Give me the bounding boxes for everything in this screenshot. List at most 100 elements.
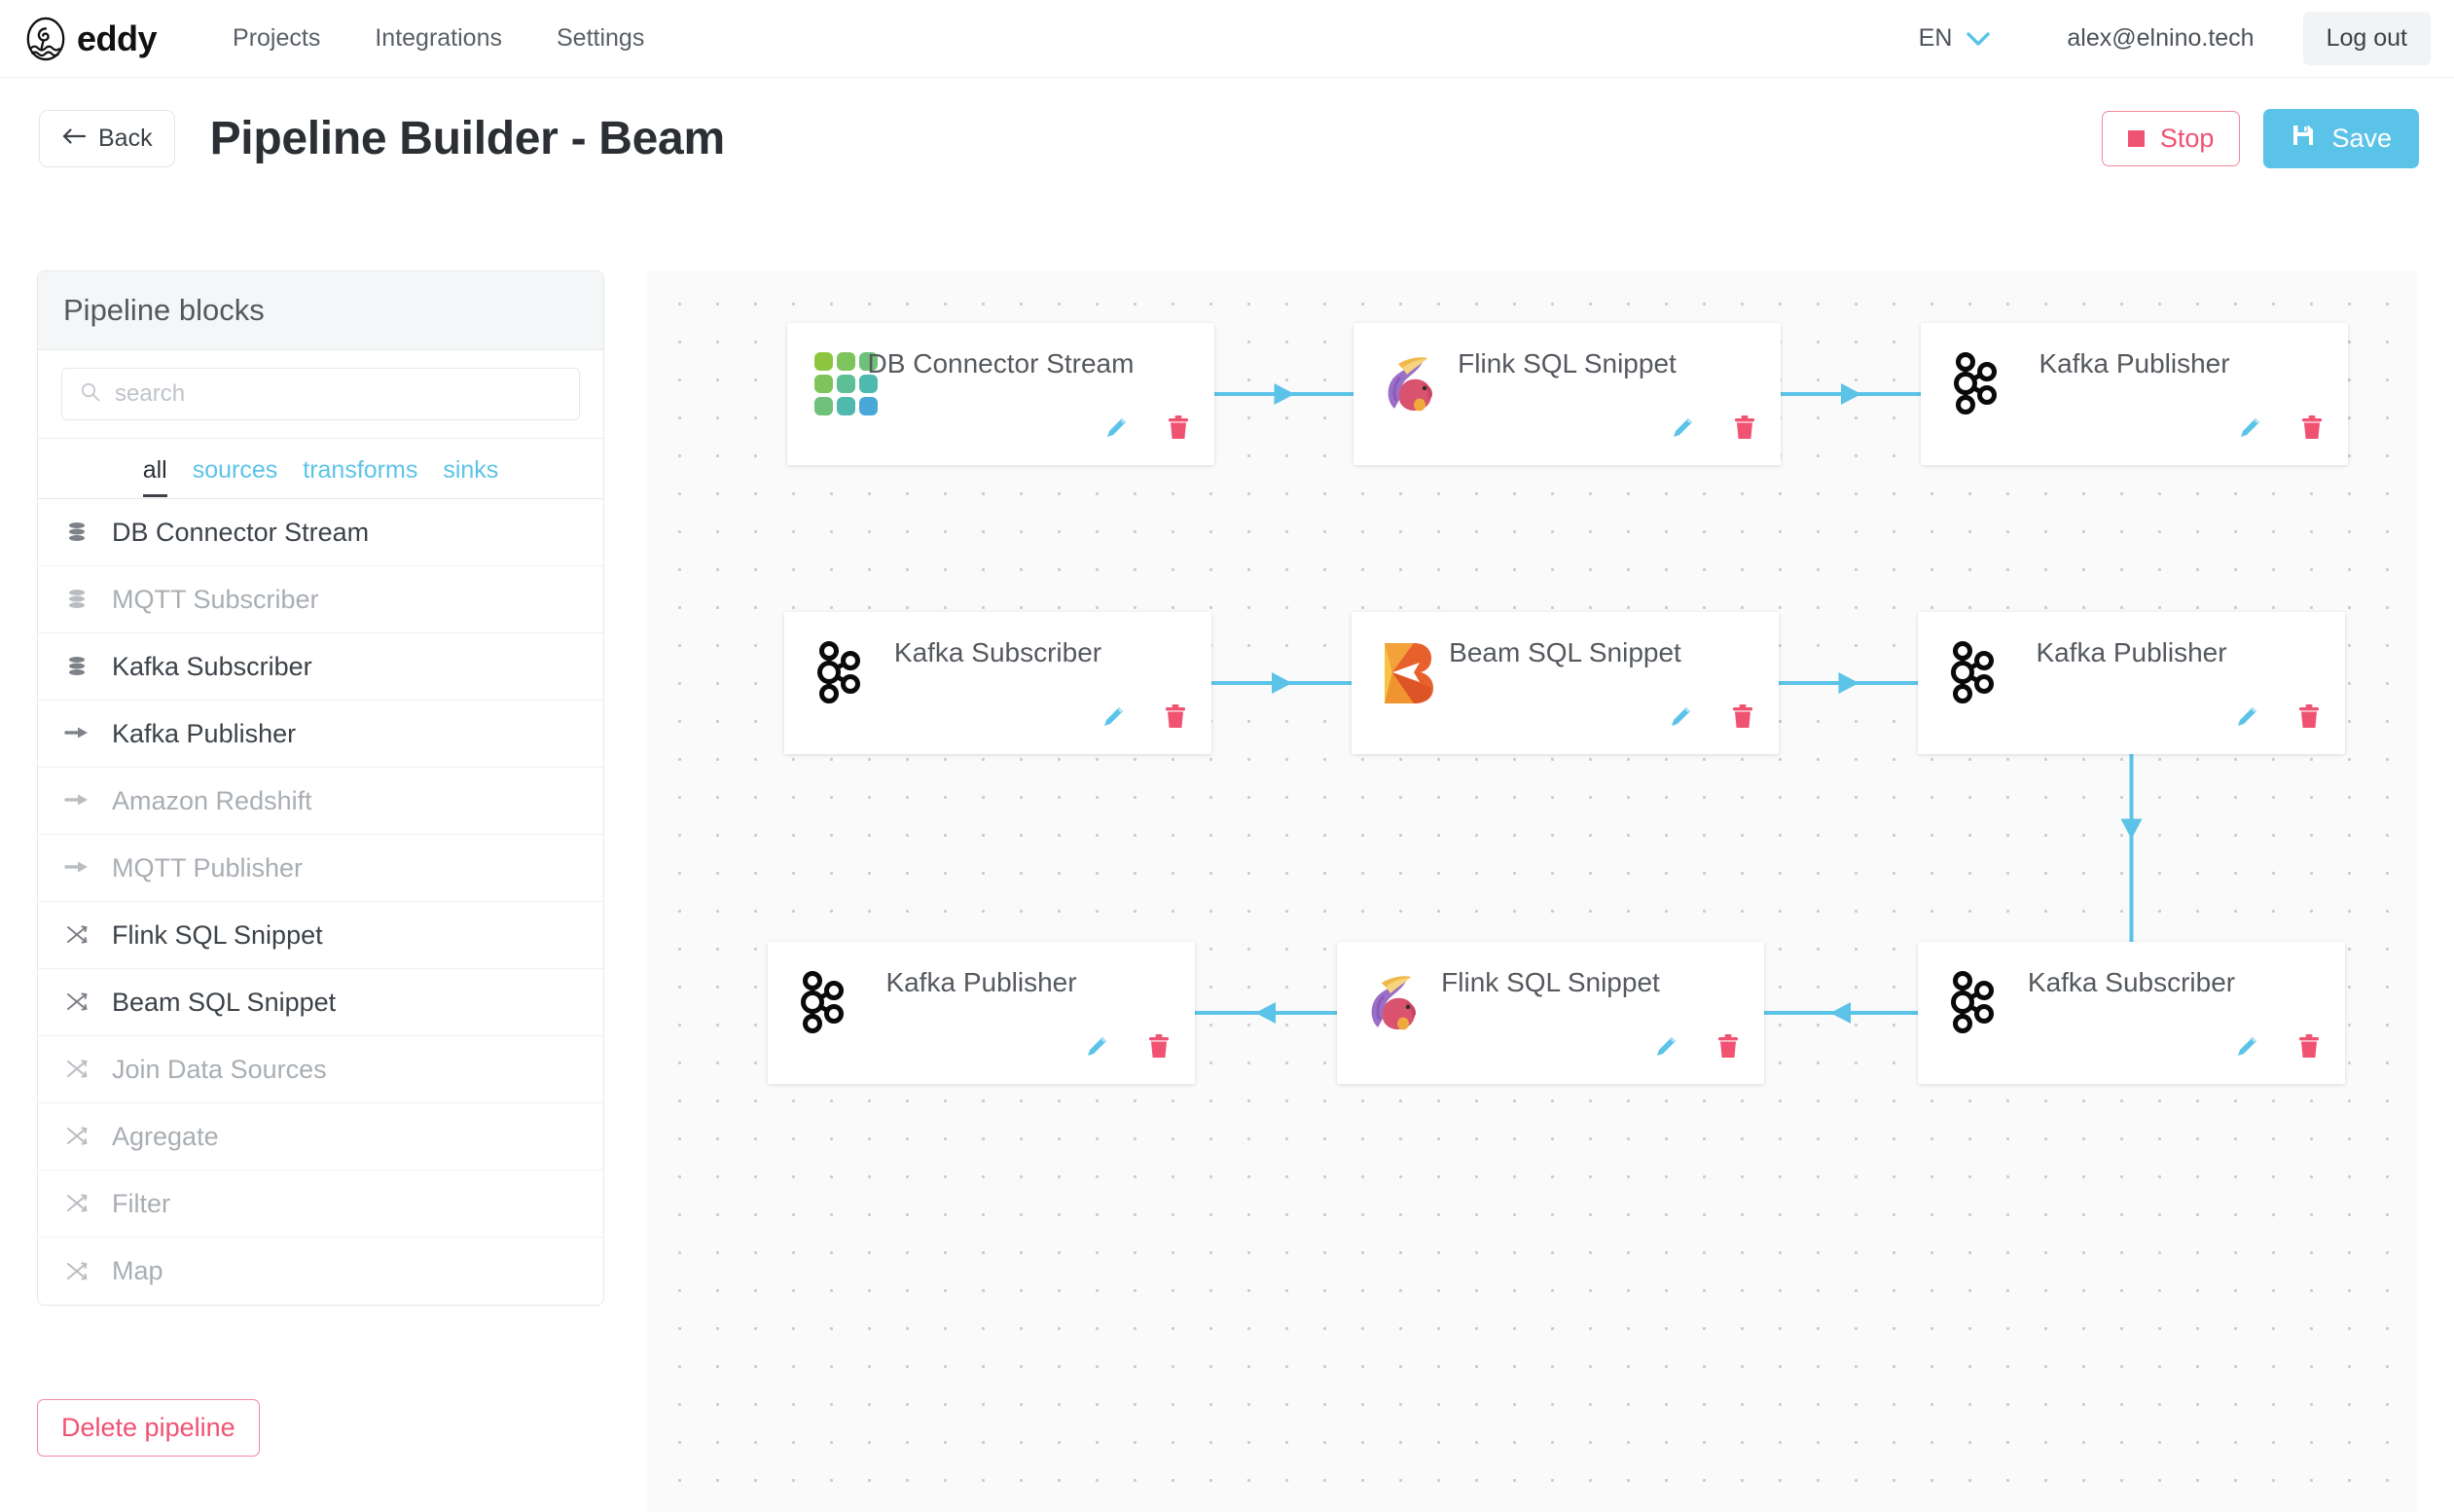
search-input[interactable] [115, 380, 561, 408]
block-item-label: Kafka Subscriber [112, 651, 312, 681]
brand[interactable]: eddy [23, 17, 158, 61]
block-item-filter[interactable]: Filter [38, 1170, 603, 1238]
block-filter-tabs: all sources transforms sinks [38, 439, 603, 499]
pencil-icon[interactable] [1099, 702, 1128, 737]
chevron-down-icon [1966, 31, 1991, 47]
canvas-node-db-connector-stream[interactable]: DB Connector Stream [787, 323, 1214, 465]
block-item-label: Map [112, 1256, 163, 1285]
block-item-kafka-publisher[interactable]: Kafka Publisher [38, 701, 603, 768]
delete-pipeline-button[interactable]: Delete pipeline [37, 1399, 260, 1457]
pipeline-canvas[interactable]: DB Connector Stream Flink SQL Snippet Kafk… [647, 270, 2417, 1512]
canvas-node-kafka-publisher[interactable]: Kafka Publisher [1921, 323, 2348, 465]
canvas-node-kafka-publisher[interactable]: Kafka Publisher [1918, 612, 2345, 754]
pencil-icon[interactable] [1101, 414, 1131, 448]
block-item-mqtt-subscriber[interactable]: MQTT Subscriber [38, 566, 603, 633]
block-item-join-data-sources[interactable]: Join Data Sources [38, 1036, 603, 1103]
block-item-flink-sql-snippet[interactable]: Flink SQL Snippet [38, 902, 603, 969]
canvas-node-actions [1666, 702, 1755, 737]
trash-icon[interactable] [2299, 414, 2325, 448]
edge-arrowhead [2120, 818, 2143, 840]
trash-icon[interactable] [1163, 702, 1188, 737]
block-item-mqtt-publisher[interactable]: MQTT Publisher [38, 835, 603, 902]
block-item-map[interactable]: Map [38, 1238, 603, 1305]
block-item-label: DB Connector Stream [112, 517, 370, 547]
canvas-node-beam-sql-snippet[interactable]: Beam SQL Snippet [1352, 612, 1779, 754]
edge-arrowhead [1838, 672, 1859, 694]
trash-icon[interactable] [1146, 1032, 1172, 1066]
transform-icon [63, 1123, 90, 1150]
pipeline-blocks-title: Pipeline blocks [38, 271, 603, 350]
block-item-amazon-redshift[interactable]: Amazon Redshift [38, 768, 603, 835]
filter-tab-transforms[interactable]: transforms [303, 456, 417, 497]
database-icon [63, 586, 90, 613]
trash-icon[interactable] [2296, 1032, 2322, 1066]
canvas-node-kafka-subscriber[interactable]: Kafka Subscriber [1918, 942, 2345, 1084]
trash-icon[interactable] [1730, 702, 1755, 737]
block-item-label: Filter [112, 1188, 170, 1218]
pencil-icon[interactable] [1668, 414, 1697, 448]
language-selector[interactable]: EN [1919, 24, 1992, 53]
canvas-node-title: Kafka Publisher [885, 967, 1077, 997]
block-item-beam-sql-snippet[interactable]: Beam SQL Snippet [38, 969, 603, 1036]
block-item-label: Flink SQL Snippet [112, 919, 323, 950]
pencil-icon[interactable] [1651, 1032, 1680, 1066]
arrow-left-icon [61, 125, 87, 153]
save-button[interactable]: Save [2263, 109, 2419, 168]
back-button[interactable]: Back [39, 110, 175, 167]
canvas-node-title: Kafka Subscriber [893, 637, 1102, 667]
transform-icon [63, 1056, 90, 1083]
search-row [38, 350, 603, 439]
canvas-node-kafka-publisher[interactable]: Kafka Publisher [768, 942, 1195, 1084]
canvas-node-actions [2235, 414, 2325, 448]
header-actions: Stop Save [2101, 109, 2419, 168]
canvas-node-actions [1082, 1032, 1172, 1066]
nav-link-integrations[interactable]: Integrations [375, 24, 502, 53]
database-icon [63, 519, 90, 546]
trash-icon[interactable] [2296, 702, 2322, 737]
canvas-node-actions [1101, 414, 1191, 448]
canvas-node-title: Kafka Publisher [2036, 637, 2227, 667]
back-button-label: Back [98, 125, 153, 152]
save-button-label: Save [2331, 124, 2392, 153]
filter-tab-sources[interactable]: sources [193, 456, 278, 497]
transform-icon [63, 1258, 90, 1285]
canvas-node-actions [2232, 702, 2322, 737]
filter-tab-sinks[interactable]: sinks [443, 456, 498, 497]
page-header: Back Pipeline Builder - Beam Stop Save [0, 78, 2454, 199]
canvas-node-title: Flink SQL Snippet [1458, 348, 1677, 378]
canvas-node-title: Flink SQL Snippet [1441, 967, 1660, 997]
eddy-swirl-logo-icon [23, 17, 68, 61]
filter-tab-all[interactable]: all [142, 456, 167, 497]
canvas-node-title: DB Connector Stream [867, 348, 1135, 378]
block-item-label: MQTT Subscriber [112, 584, 319, 614]
trash-icon[interactable] [1715, 1032, 1741, 1066]
canvas-node-title: Kafka Publisher [2039, 348, 2230, 378]
user-email[interactable]: alex@elnino.tech [2067, 24, 2254, 53]
pencil-icon[interactable] [1082, 1032, 1111, 1066]
nav-link-projects[interactable]: Projects [233, 24, 320, 53]
canvas-node-flink-sql-snippet[interactable]: Flink SQL Snippet [1337, 942, 1764, 1084]
pencil-icon[interactable] [1666, 702, 1695, 737]
pencil-icon[interactable] [2232, 1032, 2261, 1066]
brand-name: eddy [77, 18, 158, 58]
page-title: Pipeline Builder - Beam [209, 113, 726, 164]
block-item-label: Beam SQL Snippet [112, 987, 337, 1017]
pencil-icon[interactable] [2232, 702, 2261, 737]
transform-icon [63, 1190, 90, 1217]
block-item-kafka-subscriber[interactable]: Kafka Subscriber [38, 633, 603, 701]
logout-button[interactable]: Log out [2302, 12, 2431, 65]
block-item-db-connector-stream[interactable]: DB Connector Stream [38, 499, 603, 566]
canvas-node-kafka-subscriber[interactable]: Kafka Subscriber [784, 612, 1211, 754]
block-item-agregate[interactable]: Agregate [38, 1103, 603, 1170]
trash-icon[interactable] [1166, 414, 1191, 448]
edge-arrowhead [1274, 383, 1295, 405]
pencil-icon[interactable] [2235, 414, 2264, 448]
canvas-node-flink-sql-snippet[interactable]: Flink SQL Snippet [1353, 323, 1781, 465]
edge-arrowhead [1255, 1002, 1276, 1024]
trash-icon[interactable] [1732, 414, 1757, 448]
edge-arrowhead [1272, 672, 1292, 694]
search-box[interactable] [61, 368, 580, 420]
stop-button[interactable]: Stop [2101, 111, 2241, 166]
nav-link-settings[interactable]: Settings [557, 24, 644, 53]
pipeline-blocks-panel: Pipeline blocks all sources transforms s… [37, 270, 604, 1306]
